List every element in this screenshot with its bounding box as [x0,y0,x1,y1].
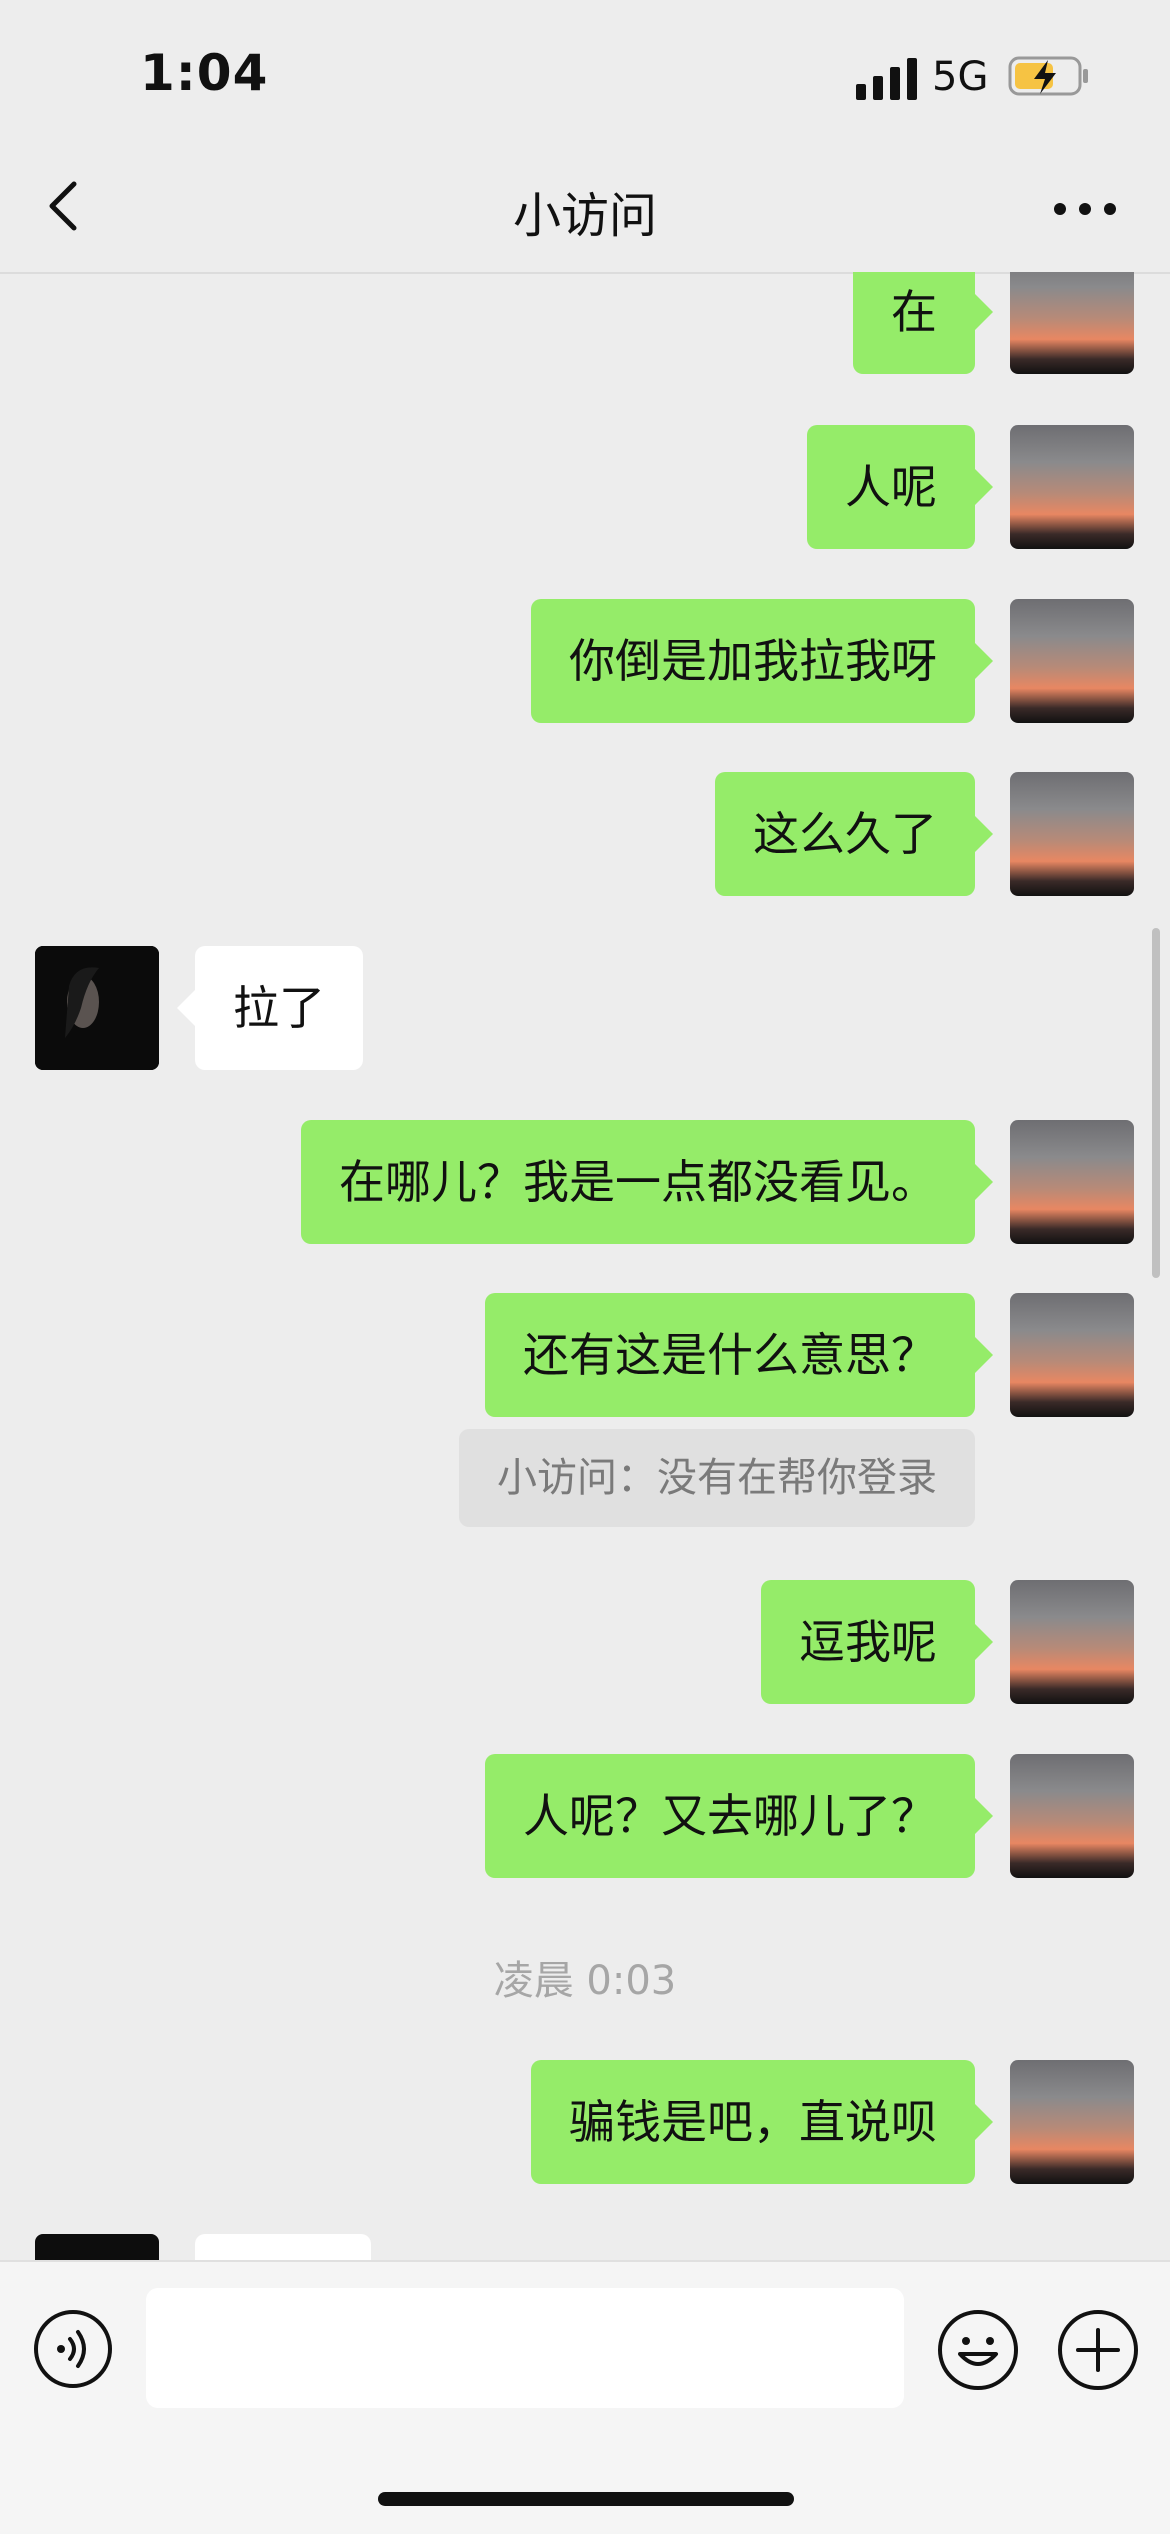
voice-input-icon[interactable] [32,2308,114,2390]
add-more-icon[interactable] [1056,2308,1140,2392]
my-avatar[interactable] [1010,599,1134,723]
message-bubble-sent[interactable]: 还有这是什么意思？ [485,1293,993,1417]
message-list[interactable]: 在 人呢 你倒是加我拉我呀 这么久了 拉了 在哪儿？我是一点都没看见。 还有这是… [0,272,1170,2260]
home-indicator[interactable] [378,2492,794,2506]
message-bubble-sent[interactable]: 人呢 [807,425,993,549]
message-bubble-sent[interactable]: 骗钱是吧，直说呗 [531,2060,993,2184]
chat-header: 小访问 [0,150,1170,274]
message-timestamp: 凌晨 0:03 [493,1958,677,2004]
message-bubble-sent[interactable]: 人呢？又去哪儿了？ [485,1754,993,1878]
message-bubble-sent[interactable]: 在哪儿？我是一点都没看见。 [301,1120,993,1244]
my-avatar[interactable] [1010,272,1134,374]
my-avatar[interactable] [1010,772,1134,896]
chat-title: 小访问 [512,188,657,244]
contact-avatar[interactable] [35,2234,159,2260]
message-bubble-received[interactable] [195,2234,371,2260]
message-bubble-sent[interactable]: 这么久了 [715,772,993,896]
status-bar: 1:04 5G [0,0,1170,150]
quoted-message[interactable]: 小访问：没有在帮你登录 [459,1429,975,1527]
my-avatar[interactable] [1010,425,1134,549]
my-avatar[interactable] [1010,1754,1134,1878]
network-label: 5G [932,54,989,100]
message-bubble-received[interactable]: 拉了 [177,946,363,1070]
my-avatar[interactable] [1010,1293,1134,1417]
message-bubble-sent[interactable]: 逗我呢 [761,1580,993,1704]
emoji-icon[interactable] [936,2308,1020,2392]
my-avatar[interactable] [1010,2060,1134,2184]
battery-icon [1008,56,1088,96]
message-bubble-sent[interactable]: 你倒是加我拉我呀 [531,599,993,723]
signal-icon [856,58,917,100]
message-bubble-sent[interactable]: 在 [853,272,993,374]
my-avatar[interactable] [1010,1580,1134,1704]
contact-portrait-icon [35,946,159,1070]
my-avatar[interactable] [1010,1120,1134,1244]
message-input[interactable] [146,2288,904,2408]
status-time: 1:04 [140,44,269,102]
more-options-icon[interactable] [1050,184,1120,234]
contact-avatar[interactable] [35,946,159,1070]
scrollbar[interactable] [1152,928,1160,1278]
